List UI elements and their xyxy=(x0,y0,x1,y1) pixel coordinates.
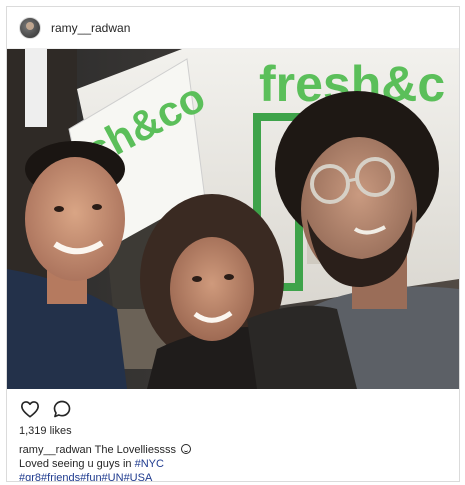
comment-button[interactable] xyxy=(51,398,73,420)
heart-icon xyxy=(21,401,39,418)
smile-emoji-icon xyxy=(181,444,192,454)
post-header: ramy__radwan xyxy=(7,7,459,49)
post-caption: ramy__radwan The Lovelliessss Loved seei… xyxy=(7,437,459,481)
instagram-post: ramy__radwan sh&co fresh&c 1,319 likes r… xyxy=(6,6,460,482)
caption-line2-text: Loved seeing u guys in xyxy=(19,458,135,470)
selfie-photo: sh&co fresh&c xyxy=(7,49,459,389)
likes-count[interactable]: 1,319 likes xyxy=(7,419,459,437)
like-button[interactable] xyxy=(19,398,41,420)
caption-line-1: ramy__radwan The Lovelliessss xyxy=(19,443,447,457)
caption-hashtags[interactable]: #gr8#friends#fun#UN#USA xyxy=(19,471,447,481)
post-photo[interactable]: sh&co fresh&c xyxy=(7,49,459,389)
comment-icon xyxy=(53,400,71,418)
post-username[interactable]: ramy__radwan xyxy=(51,21,130,35)
caption-line-2: Loved seeing u guys in #NYC xyxy=(19,457,447,471)
caption-author[interactable]: ramy__radwan xyxy=(19,444,92,456)
user-avatar[interactable] xyxy=(19,16,41,39)
hashtag-nyc[interactable]: #NYC xyxy=(135,458,164,470)
post-actions xyxy=(7,389,459,419)
caption-text: The Lovelliessss xyxy=(94,444,176,456)
